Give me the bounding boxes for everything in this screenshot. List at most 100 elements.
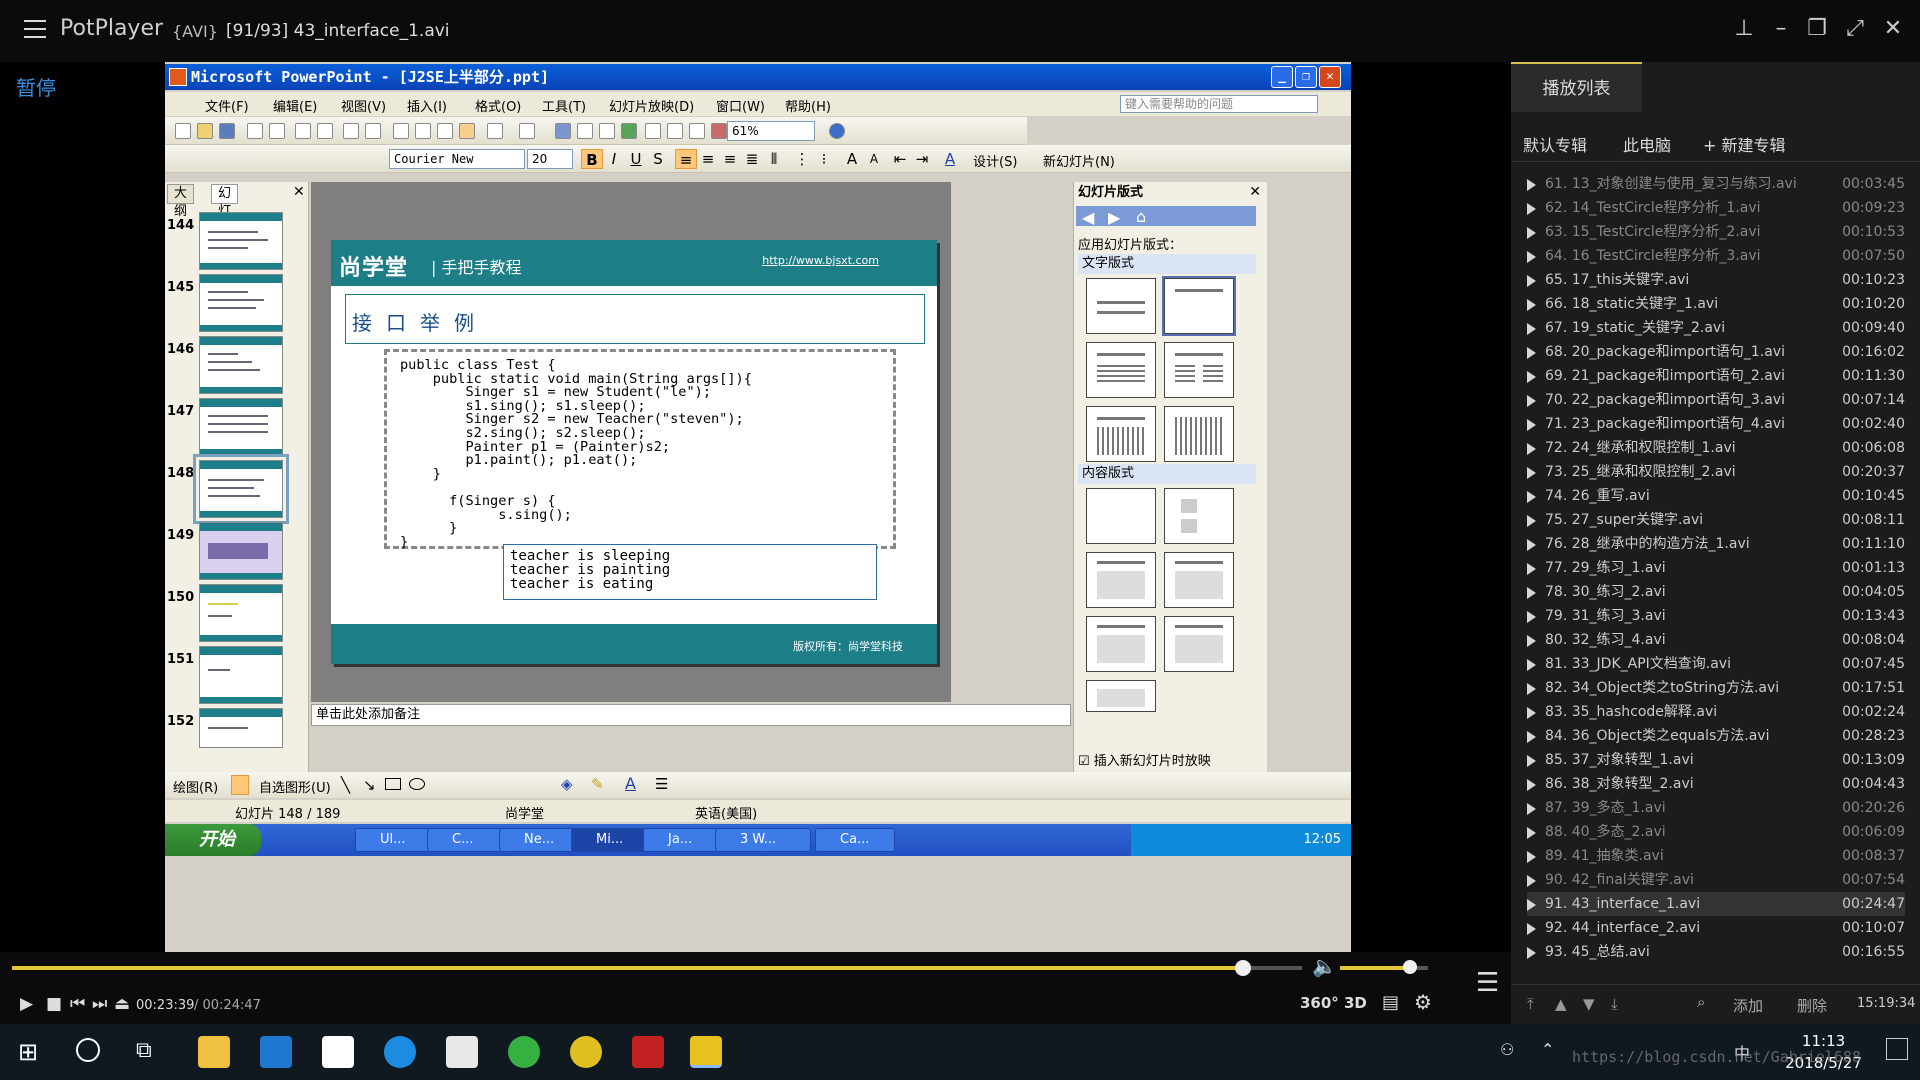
playlist-item[interactable]: 75. 27_super关键字.avi 00:08:11 xyxy=(1527,508,1905,532)
forward-icon[interactable]: ▶ xyxy=(1108,208,1120,227)
ppt-restore-icon[interactable]: ❐ xyxy=(1295,66,1317,88)
format-painter-icon[interactable] xyxy=(459,123,475,139)
slide-thumbnail[interactable] xyxy=(199,522,283,580)
album-this-pc[interactable]: 此电脑 xyxy=(1623,132,1671,156)
taskbar-button[interactable]: Ne... xyxy=(499,828,579,852)
vr-360-button[interactable]: 360° xyxy=(1300,994,1339,1012)
playlist-item[interactable]: 88. 40_多态_2.avi 00:06:09 xyxy=(1527,820,1905,844)
eject-icon[interactable]: ⏏ xyxy=(114,994,130,1014)
underline-button[interactable]: U xyxy=(625,149,647,169)
notes-pane[interactable]: 单击此处添加备注 xyxy=(311,704,1071,726)
fullscreen-icon[interactable]: ⤢ xyxy=(1840,14,1870,44)
chapter-icon[interactable]: ▤ xyxy=(1382,992,1399,1013)
draw-font-color-icon[interactable]: A xyxy=(625,774,636,793)
bullets-button[interactable]: ⁝ xyxy=(813,149,835,169)
security-icon[interactable] xyxy=(632,1036,664,1068)
redo-icon[interactable] xyxy=(519,123,535,139)
edge-icon[interactable] xyxy=(260,1036,292,1068)
slide-thumbnail[interactable] xyxy=(199,584,283,642)
layout-content[interactable] xyxy=(1164,488,1234,544)
copy-icon[interactable] xyxy=(415,123,431,139)
grow-font-button[interactable]: A xyxy=(841,149,863,169)
add-button[interactable]: 添加 xyxy=(1733,995,1763,1016)
menu-view[interactable]: 视图(V) xyxy=(341,96,386,115)
album-default[interactable]: 默认专辑 xyxy=(1523,132,1587,156)
ppt-close-icon[interactable]: ✕ xyxy=(1319,66,1341,88)
seek-bar[interactable] xyxy=(12,960,1302,976)
help-icon[interactable] xyxy=(829,123,845,139)
menu-insert[interactable]: 插入(I) xyxy=(407,96,447,115)
slide-thumbnail[interactable] xyxy=(199,646,283,704)
layout-vertical-text[interactable] xyxy=(1086,406,1156,462)
bold-button[interactable]: B xyxy=(581,149,603,169)
playlist-item[interactable]: 63. 15_TestCircle程序分析_2.avi 00:10:53 xyxy=(1527,220,1905,244)
line-color-icon[interactable]: ✎ xyxy=(591,775,604,793)
store-icon[interactable] xyxy=(322,1036,354,1068)
playlist-item[interactable]: 68. 20_package和import语句_1.avi 00:16:02 xyxy=(1527,340,1905,364)
shadow-button[interactable]: S xyxy=(647,149,669,169)
playlist-item[interactable]: 82. 34_Object类之toString方法.avi 00:17:51 xyxy=(1527,676,1905,700)
font-name-select[interactable]: Courier New xyxy=(389,149,525,169)
autoshapes-menu[interactable]: 自选图形(U) xyxy=(259,777,331,796)
spelling-icon[interactable] xyxy=(343,123,359,139)
playlist-item[interactable]: 78. 30_练习_2.avi 00:04:05 xyxy=(1527,580,1905,604)
line-style-icon[interactable]: ☰ xyxy=(655,775,668,793)
color-grayscale-icon[interactable] xyxy=(711,123,727,139)
playlist-item[interactable]: 86. 38_对象转型_2.avi 00:04:43 xyxy=(1527,772,1905,796)
back-icon[interactable]: ◀ xyxy=(1082,208,1094,227)
file-explorer-icon[interactable] xyxy=(198,1036,230,1068)
slide-canvas[interactable]: 尚学堂 | 手把手教程 http://www.bjsxt.com 接口举例 pu… xyxy=(331,240,937,664)
show-on-insert-checkbox[interactable]: ☑ 插入新幻灯片时放映 xyxy=(1078,750,1211,769)
draw-menu[interactable]: 绘图(R) xyxy=(173,777,218,796)
restore-icon[interactable]: ❐ xyxy=(1802,14,1832,44)
start-button[interactable]: 开始 xyxy=(165,824,261,856)
paste-icon[interactable] xyxy=(437,123,453,139)
playlist-item[interactable]: 85. 37_对象转型_1.avi 00:13:09 xyxy=(1527,748,1905,772)
menu-icon[interactable] xyxy=(24,20,46,38)
tab-playlist[interactable]: 播放列表 xyxy=(1511,62,1642,112)
slide-thumbnail[interactable] xyxy=(199,336,283,394)
open-icon[interactable] xyxy=(197,123,213,139)
shrink-font-button[interactable]: A xyxy=(863,149,885,169)
notification-icon[interactable] xyxy=(1886,1038,1908,1060)
new-icon[interactable] xyxy=(175,123,191,139)
video-frame[interactable]: Microsoft PowerPoint - [J2SE上半部分.ppt] _ … xyxy=(165,62,1351,952)
layout-title-text[interactable] xyxy=(1086,342,1156,398)
playlist-item[interactable]: 90. 42_final关键字.avi 00:07:54 xyxy=(1527,868,1905,892)
playlist-item[interactable]: 74. 26_重写.avi 00:10:45 xyxy=(1527,484,1905,508)
playlist-item[interactable]: 64. 16_TestCircle程序分析_3.avi 00:07:50 xyxy=(1527,244,1905,268)
volume-icon[interactable]: 🔈 xyxy=(1312,954,1337,978)
tables-borders-icon[interactable] xyxy=(599,123,615,139)
taskbar-button[interactable]: C... xyxy=(427,828,507,852)
tab-slides[interactable]: 幻灯片 xyxy=(211,184,239,237)
volume-handle[interactable] xyxy=(1403,960,1418,974)
table-icon[interactable] xyxy=(577,123,593,139)
font-size-select[interactable]: 20 xyxy=(527,149,573,169)
code-textbox[interactable]: public class Test { public static void m… xyxy=(384,349,896,549)
italic-button[interactable]: I xyxy=(603,149,625,169)
layout-title-slide[interactable] xyxy=(1086,278,1156,334)
tray-expand-icon[interactable]: ⌃ xyxy=(1541,1040,1554,1059)
playlist-item[interactable]: 92. 44_interface_2.avi 00:10:07 xyxy=(1527,916,1905,940)
playlist-item[interactable]: 89. 41_抽象类.avi 00:08:37 xyxy=(1527,844,1905,868)
slide-title-box[interactable]: 接口举例 xyxy=(345,294,925,344)
playlist-item[interactable]: 83. 35_hashcode解释.avi 00:02:24 xyxy=(1527,700,1905,724)
playlist-item[interactable]: 61. 13_对象创建与使用_复习与练习.avi 00:03:45 xyxy=(1527,172,1905,196)
layout-vertical-title-text[interactable] xyxy=(1164,406,1234,462)
line-icon[interactable]: ╲ xyxy=(341,776,350,794)
tab-outline[interactable]: 大纲 xyxy=(167,184,195,219)
arrow-icon[interactable]: ↘ xyxy=(363,776,376,794)
rectangle-icon[interactable] xyxy=(385,778,401,790)
playlist-item[interactable]: 65. 17_this关键字.avi 00:10:23 xyxy=(1527,268,1905,292)
play-icon[interactable]: ▶ xyxy=(20,994,33,1014)
layout-title-only[interactable] xyxy=(1162,276,1236,336)
slide-edit-area[interactable]: 尚学堂 | 手把手教程 http://www.bjsxt.com 接口举例 pu… xyxy=(311,182,951,702)
permission-icon[interactable] xyxy=(247,123,263,139)
playlist-item[interactable]: 80. 32_练习_4.avi 00:08:04 xyxy=(1527,628,1905,652)
layout-four-content[interactable] xyxy=(1086,616,1156,672)
playlist-item[interactable]: 87. 39_多态_1.avi 00:20:26 xyxy=(1527,796,1905,820)
select-arrow-icon[interactable] xyxy=(231,775,249,795)
layout-more[interactable] xyxy=(1086,680,1156,712)
menu-edit[interactable]: 编辑(E) xyxy=(273,96,317,115)
settings-icon[interactable]: ⚙ xyxy=(1414,990,1432,1014)
